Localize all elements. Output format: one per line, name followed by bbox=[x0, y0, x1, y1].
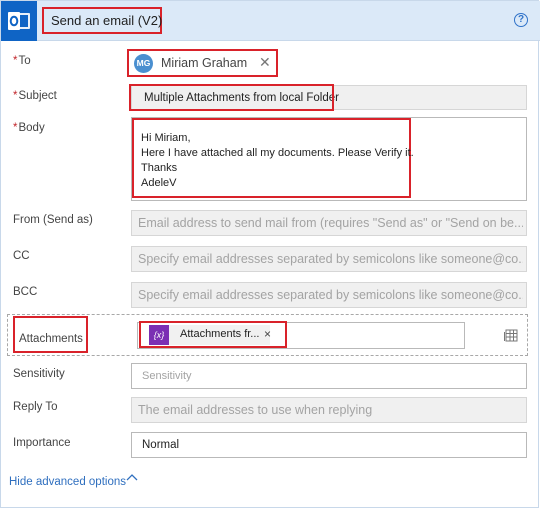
bcc-placeholder: Specify email addresses separated by sem… bbox=[138, 288, 523, 302]
hide-advanced-options-link[interactable]: Hide advanced options bbox=[9, 476, 126, 488]
cc-label: CC bbox=[13, 250, 30, 262]
subject-highlight bbox=[129, 84, 334, 111]
subject-label: *Subject bbox=[13, 90, 57, 102]
reply-to-input[interactable]: The email addresses to use when replying bbox=[131, 397, 527, 423]
body-line: Here I have attached all my documents. P… bbox=[141, 147, 414, 159]
to-label: *To bbox=[13, 55, 31, 67]
required-mark: * bbox=[13, 90, 18, 102]
body-line: Thanks bbox=[141, 162, 178, 174]
importance-value: Normal bbox=[142, 439, 180, 451]
reply-to-label: Reply To bbox=[13, 401, 58, 413]
chevron-up-icon[interactable] bbox=[126, 473, 138, 483]
action-header[interactable]: Send an email (V2) ? bbox=[1, 1, 540, 41]
required-mark: * bbox=[13, 122, 18, 134]
body-line: AdeleV bbox=[141, 177, 177, 189]
reply-to-placeholder: The email addresses to use when replying bbox=[138, 403, 373, 417]
avatar: MG bbox=[134, 54, 153, 73]
body-line: Hi Miriam, bbox=[141, 132, 191, 144]
remove-recipient-icon[interactable]: ✕ bbox=[259, 54, 271, 71]
importance-dropdown[interactable]: Normal bbox=[131, 432, 527, 458]
cc-placeholder: Specify email addresses separated by sem… bbox=[138, 252, 523, 266]
outlook-icon bbox=[1, 1, 37, 41]
sensitivity-placeholder: Sensitivity bbox=[142, 370, 192, 382]
bcc-input[interactable]: Specify email addresses separated by sem… bbox=[131, 282, 527, 308]
attachments-label: Attachments bbox=[19, 333, 83, 345]
sensitivity-label: Sensitivity bbox=[13, 368, 65, 380]
body-label-text: Body bbox=[18, 122, 45, 134]
importance-label: Importance bbox=[13, 437, 71, 449]
from-label: From (Send as) bbox=[13, 214, 93, 226]
body-label: *Body bbox=[13, 122, 45, 134]
from-input[interactable]: Email address to send mail from (require… bbox=[131, 210, 527, 236]
bcc-label: BCC bbox=[13, 286, 38, 298]
token-label: Attachments fr... bbox=[180, 328, 260, 340]
help-icon[interactable]: ? bbox=[514, 13, 528, 27]
expression-icon: {x} bbox=[149, 325, 169, 345]
action-title-highlight: Send an email (V2) bbox=[42, 7, 162, 34]
required-mark: * bbox=[13, 55, 18, 67]
send-email-action-card: Send an email (V2) ? *To MG Miriam Graha… bbox=[0, 0, 540, 508]
from-placeholder: Email address to send mail from (require… bbox=[138, 216, 523, 230]
subject-label-text: Subject bbox=[18, 90, 57, 102]
action-title: Send an email (V2) bbox=[51, 13, 163, 28]
remove-token-icon[interactable]: × bbox=[264, 327, 271, 341]
sensitivity-input[interactable]: Sensitivity bbox=[131, 363, 527, 389]
cc-input[interactable]: Specify email addresses separated by sem… bbox=[131, 246, 527, 272]
switch-to-array-icon[interactable] bbox=[504, 328, 518, 342]
attachments-token[interactable]: {x} Attachments fr... × bbox=[149, 325, 271, 345]
to-recipient-field[interactable]: MG Miriam Graham ✕ bbox=[127, 49, 278, 77]
recipient-name: Miriam Graham bbox=[161, 56, 248, 70]
to-label-text: To bbox=[18, 55, 31, 67]
